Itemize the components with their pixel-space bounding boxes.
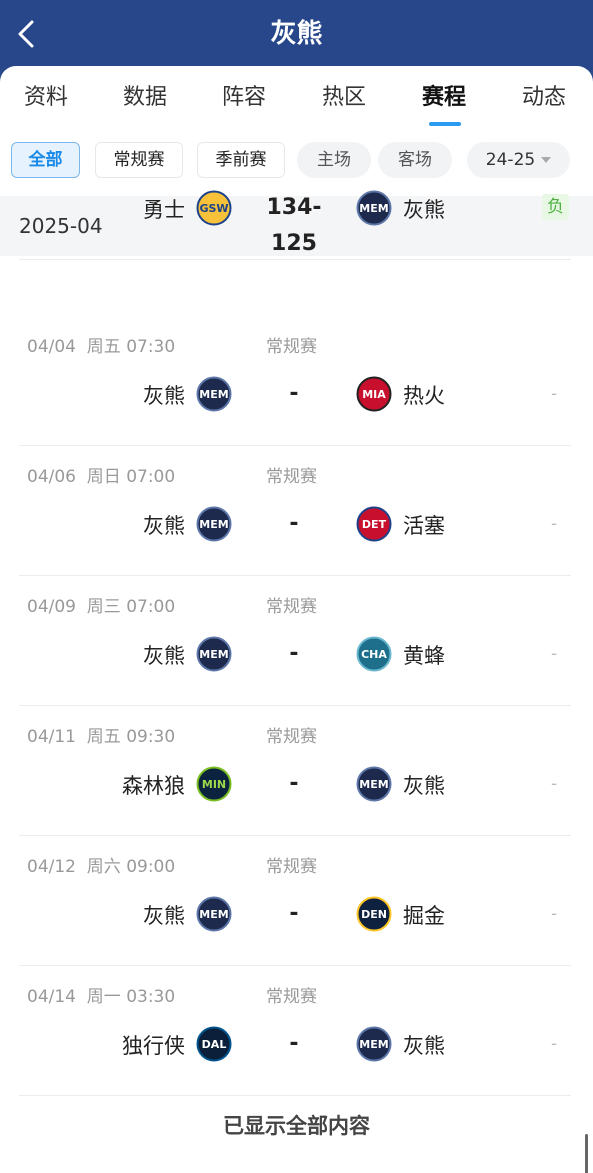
away-team-name: 灰熊 [403,774,445,798]
game-score: - [289,901,299,926]
team-logo-text: MIN [202,778,226,791]
game-date-time: 04/12 周六 09:00 [27,857,176,877]
row-divider [19,259,571,260]
team-logo-text: MEM [199,388,228,401]
game-result-badge: 负 [542,194,569,220]
mem-team-logo-icon: MEM [356,1026,392,1062]
home-team-name: 灰熊 [143,384,185,408]
game-row[interactable]: 04/09 周三 07:00 常规赛灰熊 MEM - CHA 黄蜂 - [0,576,593,706]
game-score: - [289,1031,299,1056]
game-result-badge: - [551,644,558,664]
game-row[interactable]: 04/11 周五 09:30 常规赛森林狼 MIN - MEM 灰熊 - [0,706,593,836]
mia-team-logo-icon: MIA [356,376,392,412]
team-logo-text: MEM [359,778,388,791]
tab-news[interactable]: 动态 [494,80,593,116]
den-team-logo-icon: DEN [356,896,392,932]
row-divider [19,1095,571,1096]
team-logo-text: MEM [359,1038,388,1051]
mem-team-logo-icon: MEM [356,190,392,226]
away-team-name: 灰熊 [403,1034,445,1058]
tab-bar: 资料 数据 阵容 热区 赛程 动态 [0,66,593,128]
home-team-name: 灰熊 [143,514,185,538]
home-team-name: 勇士 [143,198,185,222]
team-logo-text: DET [362,518,387,531]
tab-stats[interactable]: 数据 [95,80,195,116]
team-logo-text: GSW [199,202,228,215]
game-row[interactable]: 04/06 周日 07:00 常规赛灰熊 MEM - DET 活塞 - [0,446,593,576]
game-score: - [289,641,299,666]
game-result-badge: - [551,904,558,924]
away-team-name: 灰熊 [403,198,445,222]
game-date-time: 04/09 周三 07:00 [27,597,176,617]
end-of-list-note: 已显示全部内容 [223,1114,370,1138]
game-type-label: 常规赛 [266,857,317,877]
mem-team-logo-icon: MEM [356,766,392,802]
game-score: - [289,511,299,536]
content-sheet: 资料 数据 阵容 热区 赛程 动态 全部 常规赛 季前赛 主场 客场 24-25… [0,66,593,1173]
team-logo-text: DAL [202,1038,227,1051]
game-score: 134-125 [266,195,322,256]
team-logo-text: MIA [362,388,386,401]
team-logo-text: MEM [199,908,228,921]
game-result-badge: - [551,384,558,404]
mem-team-logo-icon: MEM [196,896,232,932]
game-type-label: 常规赛 [266,337,317,357]
team-logo-text: MEM [359,202,388,215]
home-team-name: 森林狼 [122,774,185,798]
dal-team-logo-icon: DAL [196,1026,232,1062]
tab-profile[interactable]: 资料 [0,80,96,116]
away-team-name: 活塞 [403,514,445,538]
tab-hotzone[interactable]: 热区 [294,80,394,116]
home-team-name: 灰熊 [143,644,185,668]
page-title: 灰熊 [270,19,323,49]
game-date-time: 04/06 周日 07:00 [27,467,176,487]
game-date-time: 04/04 周五 07:30 [27,337,176,357]
home-team-name: 独行侠 [122,1034,185,1058]
team-logo-text: MEM [199,518,228,531]
game-type-label: 常规赛 [266,597,317,617]
mem-team-logo-icon: MEM [196,376,232,412]
cha-team-logo-icon: CHA [356,636,392,672]
top-bar: 灰熊 [0,0,593,70]
game-score: - [289,771,299,796]
gsw-team-logo-icon: GSW [196,190,232,226]
mem-team-logo-icon: MEM [196,506,232,542]
team-logo-text: MEM [199,648,228,661]
game-date-time: 04/11 周五 09:30 [27,727,176,747]
tab-roster[interactable]: 阵容 [194,80,294,116]
game-row[interactable]: 04/14 周一 03:30 常规赛独行侠 DAL - MEM 灰熊 - [0,966,593,1096]
mem-team-logo-icon: MEM [196,636,232,672]
game-type-label: 常规赛 [266,727,317,747]
game-type-label: 常规赛 [266,987,317,1007]
det-team-logo-icon: DET [356,506,392,542]
away-team-name: 掘金 [403,904,445,928]
game-row[interactable]: 勇士 GSW 134-125 MEM 灰熊 负 [0,130,593,260]
game-type-label: 常规赛 [266,467,317,487]
home-team-name: 灰熊 [143,904,185,928]
tab-schedule[interactable]: 赛程 [394,80,494,116]
away-team-name: 热火 [403,384,445,408]
active-tab-indicator [429,122,461,126]
scrollbar[interactable] [585,1134,588,1173]
game-row[interactable]: 04/12 周六 09:00 常规赛灰熊 MEM - DEN 掘金 - [0,836,593,966]
away-team-name: 黄蜂 [403,644,445,668]
min-team-logo-icon: MIN [196,766,232,802]
team-logo-text: DEN [361,908,387,921]
team-logo-text: CHA [361,648,387,661]
game-row[interactable]: 04/04 周五 07:30 常规赛灰熊 MEM - MIA 热火 - [0,316,593,446]
game-date-time: 04/14 周一 03:30 [27,987,176,1007]
game-result-badge: - [551,1034,558,1054]
game-result-badge: - [551,774,558,794]
game-score: - [289,381,299,406]
game-result-badge: - [551,514,558,534]
